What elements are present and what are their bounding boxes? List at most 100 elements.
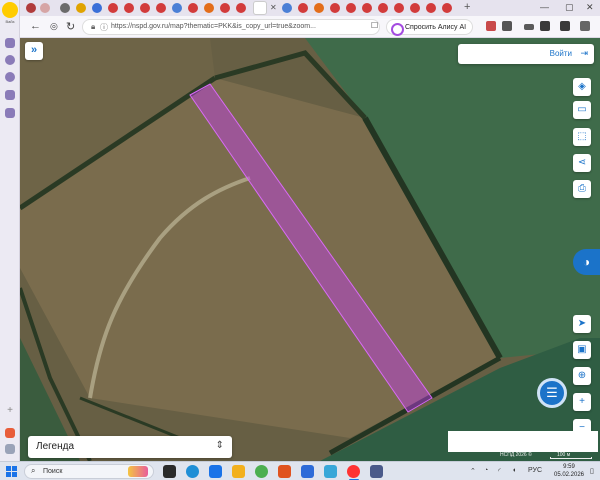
notes-icon[interactable] xyxy=(5,108,15,118)
task-view-icon[interactable] xyxy=(163,465,176,478)
clock[interactable]: 9:59 05.02.2026 xyxy=(552,463,586,479)
tab-favicon[interactable] xyxy=(76,3,86,13)
gallery-icon[interactable] xyxy=(5,90,15,100)
add-panel-icon[interactable]: + xyxy=(0,405,20,416)
menu-icon[interactable] xyxy=(580,21,590,31)
tab-favicon[interactable] xyxy=(204,3,214,13)
tab-favicon[interactable] xyxy=(124,3,134,13)
ask-alice-button[interactable]: Спросить Алису AI xyxy=(386,19,474,36)
reload-icon[interactable]: ↻ xyxy=(66,20,75,33)
copyright-text: НСПД 2026 © xyxy=(500,452,532,458)
clock-time: 9:59 xyxy=(563,464,575,470)
login-button[interactable]: Войти ⇥ xyxy=(458,44,594,64)
yandex-browser-icon[interactable] xyxy=(347,465,360,478)
maximize-icon[interactable]: ▢ xyxy=(565,2,574,13)
app-icon[interactable] xyxy=(370,465,383,478)
ruler-icon[interactable]: ▭ xyxy=(573,101,591,119)
profile-label: Вайз xyxy=(5,19,15,24)
explorer-icon[interactable] xyxy=(232,465,245,478)
search-icon: ⌕ xyxy=(31,466,36,475)
tab-favicon[interactable] xyxy=(314,3,324,13)
url-text: https://nspd.gov.ru/map?thematic=PKK&is_… xyxy=(111,23,316,30)
volume-icon[interactable]: ◖ xyxy=(512,467,516,474)
history-icon[interactable] xyxy=(5,72,15,82)
search-place-icon[interactable]: ⊕ xyxy=(573,367,591,385)
site-info-icon[interactable]: ⓘ xyxy=(100,22,108,33)
widgets-icon[interactable] xyxy=(128,466,148,477)
window-close-icon[interactable]: ✕ xyxy=(586,2,594,13)
minimize-icon[interactable]: — xyxy=(540,2,549,12)
tab-favicon[interactable] xyxy=(60,3,70,13)
extension-icon[interactable] xyxy=(486,21,496,31)
tab-close-icon[interactable]: ✕ xyxy=(270,3,277,12)
tab-favicon[interactable] xyxy=(426,3,436,13)
extension-icon[interactable] xyxy=(540,21,550,31)
tab-favicon[interactable] xyxy=(140,3,150,13)
tab-favicon[interactable] xyxy=(236,3,246,13)
tab-favicon[interactable] xyxy=(156,3,166,13)
word-icon[interactable] xyxy=(301,465,314,478)
wifi-icon[interactable]: ◜ xyxy=(498,467,501,475)
tab-favicon[interactable] xyxy=(330,3,340,13)
tab-favicon[interactable] xyxy=(362,3,372,13)
extension-icon[interactable] xyxy=(560,21,570,31)
edge-icon[interactable] xyxy=(186,465,199,478)
network-icon[interactable]: ◔ xyxy=(484,467,488,474)
tab-favicon[interactable] xyxy=(282,3,292,13)
tab-favicon[interactable] xyxy=(298,3,308,13)
zoom-in-button[interactable]: + xyxy=(573,393,591,411)
tab-favicon[interactable] xyxy=(410,3,420,13)
tab-favicon[interactable] xyxy=(394,3,404,13)
legend-dropdown[interactable]: Легенда ⇕ xyxy=(28,436,232,458)
vpn-icon[interactable] xyxy=(324,465,337,478)
tab-favicon[interactable] xyxy=(346,3,356,13)
notifications-icon[interactable]: ▯ xyxy=(590,467,594,475)
tab-favicon[interactable] xyxy=(26,3,36,13)
video-icon[interactable] xyxy=(5,55,15,65)
clock-date: 05.02.2026 xyxy=(553,472,585,478)
office-icon[interactable] xyxy=(278,465,291,478)
print-icon[interactable]: ⎙ xyxy=(573,180,591,198)
tab-favicon[interactable] xyxy=(172,3,182,13)
language-indicator[interactable]: РУС xyxy=(528,467,542,474)
start-icon[interactable] xyxy=(6,466,17,477)
search-placeholder: Поиск xyxy=(43,468,63,475)
extension-icon[interactable] xyxy=(502,21,512,31)
chat-button[interactable]: ☰ xyxy=(537,378,567,408)
url-field[interactable]: 🔒︎ ⓘ https://nspd.gov.ru/map?thematic=PK… xyxy=(82,19,380,35)
tab-favicon[interactable] xyxy=(40,3,50,13)
browser-sidebar: Вайз + xyxy=(0,0,20,461)
map-canvas[interactable]: » Войти ⇥ ◈ ▭ ⬚ ⋖ ⎙ ◑ ➤ ▣ ⊕ + − ☰ Легенд… xyxy=(20,38,600,461)
lock-icon[interactable]: 🔒︎ xyxy=(91,22,95,32)
tab-favicon[interactable] xyxy=(188,3,198,13)
panorama-icon[interactable]: ▣ xyxy=(573,341,591,359)
legend-label: Легенда xyxy=(36,441,75,452)
back-icon[interactable]: ← xyxy=(30,20,41,32)
downloads-icon[interactable] xyxy=(524,24,534,30)
login-icon: ⇥ xyxy=(580,48,588,58)
mail-icon[interactable] xyxy=(5,428,15,438)
new-tab-icon[interactable]: + xyxy=(464,1,470,13)
tab-favicon[interactable] xyxy=(92,3,102,13)
screen: Вайз + ✕ + — ▢ ✕ ← ◎ ↻ 🔒︎ ⓘ https://nspd… xyxy=(0,0,600,480)
store-icon[interactable] xyxy=(209,465,222,478)
bookmark-icon[interactable]: ☐ xyxy=(371,21,378,30)
chrome-icon[interactable] xyxy=(255,465,268,478)
sidebar-settings-icon[interactable] xyxy=(5,444,15,454)
tab-favicon[interactable] xyxy=(220,3,230,13)
profile-avatar[interactable] xyxy=(2,2,18,18)
layers-icon[interactable]: ◈ xyxy=(573,78,591,96)
locate-icon[interactable]: ➤ xyxy=(573,315,591,333)
tray-chevron-icon[interactable]: ⌃ xyxy=(470,467,476,475)
share-icon[interactable]: ⋖ xyxy=(573,154,591,172)
tab-favicon[interactable] xyxy=(108,3,118,13)
select-area-icon[interactable]: ⬚ xyxy=(573,128,591,146)
tab-favicon[interactable] xyxy=(442,3,452,13)
scale-bar xyxy=(550,457,592,459)
side-panel-tab[interactable]: ◑ xyxy=(573,249,600,275)
expand-panel-button[interactable]: » xyxy=(25,42,43,60)
tab-active[interactable] xyxy=(253,1,267,15)
protect-icon[interactable]: ◎ xyxy=(50,21,58,32)
collections-icon[interactable] xyxy=(5,38,15,48)
tab-favicon[interactable] xyxy=(378,3,388,13)
